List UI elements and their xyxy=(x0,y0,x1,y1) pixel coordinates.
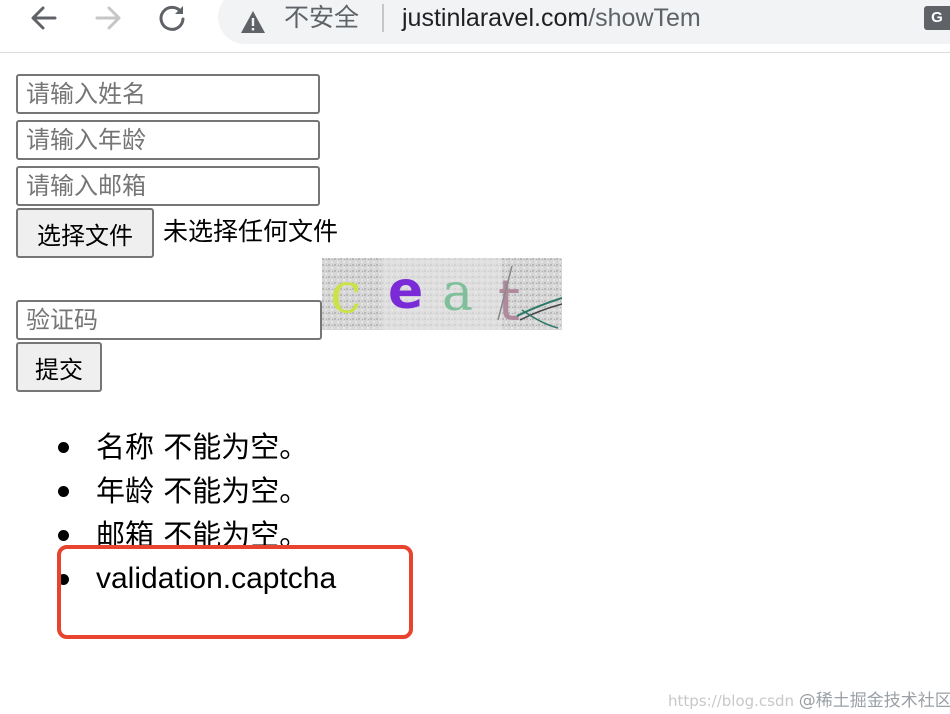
reload-button[interactable] xyxy=(156,2,188,34)
watermark: https://blog.csdn @稀土掘金技术社区 xyxy=(668,686,950,711)
error-text: 名称 不能为空。 xyxy=(96,430,309,464)
watermark-brand: @稀土掘金技术社区 xyxy=(798,691,950,711)
warning-triangle-icon xyxy=(241,11,265,33)
bullet xyxy=(58,486,69,497)
error-item-name: 名称 不能为空。 xyxy=(58,425,336,469)
submit-button[interactable]: 提交 xyxy=(16,342,102,392)
translate-icon[interactable]: G xyxy=(924,6,950,30)
reload-icon xyxy=(159,5,185,31)
bullet xyxy=(58,442,69,453)
email-input[interactable] xyxy=(16,166,320,206)
error-item-age: 年龄 不能为空。 xyxy=(58,469,336,513)
captcha-char-1: c xyxy=(330,261,361,326)
name-input[interactable] xyxy=(16,74,320,114)
url-text[interactable]: justinlaravel.com/showTem xyxy=(402,2,701,34)
file-status: 未选择任何文件 xyxy=(163,217,339,246)
browser-toolbar: 不安全 justinlaravel.com/showTem G xyxy=(0,0,950,53)
security-label[interactable]: 不安全 xyxy=(284,2,359,34)
bullet xyxy=(58,530,69,541)
forward-button[interactable] xyxy=(92,2,124,34)
captcha-char-3: a xyxy=(442,263,473,323)
url-separator xyxy=(382,4,384,32)
back-button[interactable] xyxy=(28,2,60,34)
arrow-right-icon xyxy=(95,6,121,30)
url-host: justinlaravel.com xyxy=(402,4,589,32)
watermark-url: https://blog.csdn xyxy=(668,692,795,710)
url-path: /showTem xyxy=(588,4,701,32)
captcha-char-2: e xyxy=(388,261,423,321)
highlight-annotation-box xyxy=(57,545,413,639)
captcha-image[interactable]: c e a t xyxy=(322,258,562,330)
captcha-input[interactable] xyxy=(16,300,322,340)
address-bar[interactable]: 不安全 justinlaravel.com/showTem xyxy=(218,0,950,44)
choose-file-button[interactable]: 选择文件 xyxy=(16,208,154,258)
arrow-left-icon xyxy=(31,6,57,30)
error-text: 年龄 不能为空。 xyxy=(96,474,309,508)
age-input[interactable] xyxy=(16,120,320,160)
